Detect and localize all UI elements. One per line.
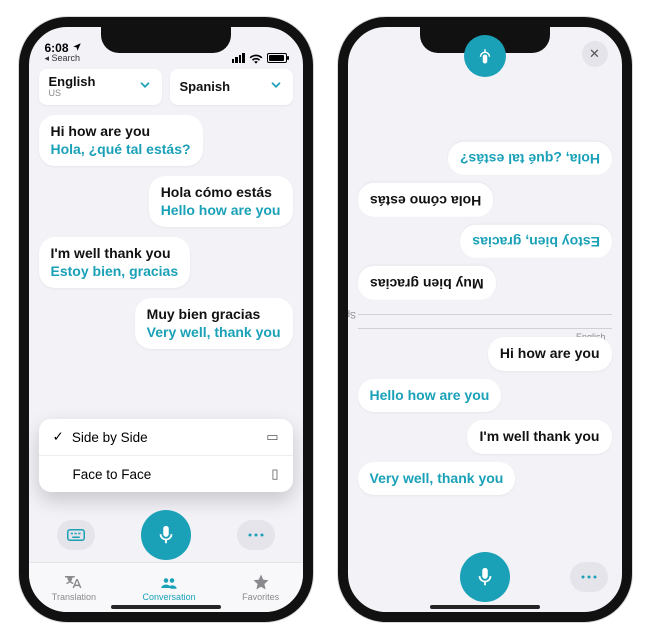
source-text: I'm well thank you: [51, 245, 179, 263]
face-to-face-self-side: Hi how are you Hello how are you I'm well …: [348, 331, 622, 556]
translated-text: Hello how are you: [161, 202, 281, 220]
check-icon: ✓: [53, 429, 64, 445]
message-bubble[interactable]: I'm well thank youEstoy bien, gracias: [39, 237, 191, 288]
home-indicator: [430, 605, 540, 609]
mic-button-self[interactable]: [460, 552, 510, 602]
message-bubble[interactable]: Hi how are youHola, ¿qué tal estás?: [39, 115, 203, 166]
translated-text: Hola, ¿qué tal estás?: [51, 141, 191, 159]
message-bubble[interactable]: Hola cómo estásHello how are you: [149, 176, 293, 227]
message-bubble[interactable]: Muy bien graciasVery well, thank you: [135, 298, 293, 349]
message-text: Muy bien gracias: [370, 274, 484, 292]
divider: [358, 328, 612, 329]
message-bubble[interactable]: Hola cómo estás: [358, 183, 493, 217]
mic-button[interactable]: [141, 510, 191, 560]
bottom-controls: [29, 510, 303, 560]
chevron-down-icon: [138, 78, 152, 97]
lang-from-select[interactable]: English US: [39, 69, 162, 105]
more-button[interactable]: [237, 520, 275, 550]
view-mode-menu: ✓Side by Side ▭ Face to Face ▯: [39, 419, 293, 492]
phone-face-to-face: ✕ Muy bien gracias Estoy bien, gracias Hol…: [338, 17, 632, 622]
lang-from-sub: US: [49, 89, 96, 99]
lang-to-select[interactable]: Spanish: [170, 69, 293, 105]
menu-item-side-by-side[interactable]: ✓Side by Side ▭: [39, 419, 293, 455]
tab-label: Favorites: [242, 592, 279, 602]
back-search-link[interactable]: ◂ Search: [45, 54, 82, 63]
keyboard-button[interactable]: [57, 520, 95, 550]
message-bubble[interactable]: Hi how are you: [488, 337, 612, 371]
status-icons: [232, 53, 287, 63]
tab-label: Conversation: [143, 592, 196, 602]
tab-favorites[interactable]: Favorites: [242, 573, 279, 602]
phone-side-by-side: 6:08 ◂ Search English US Spanish: [19, 17, 313, 622]
signal-icon: [232, 53, 245, 63]
tab-conversation[interactable]: Conversation: [143, 573, 196, 602]
message-text: Estoy bien, gracias: [472, 233, 600, 251]
message-text: Hola, ¿qué tal estás?: [459, 150, 599, 168]
message-text: Very well, thank you: [370, 470, 504, 488]
conversation-list: Hi how are youHola, ¿qué tal estás? Hola …: [29, 109, 303, 355]
message-bubble[interactable]: Very well, thank you: [358, 462, 516, 496]
message-text: Hello how are you: [370, 387, 490, 405]
message-bubble[interactable]: I'm well thank you: [467, 420, 611, 454]
translated-text: Estoy bien, gracias: [51, 263, 179, 281]
message-bubble[interactable]: Hola, ¿qué tal estás?: [447, 142, 611, 176]
close-button[interactable]: ✕: [582, 41, 608, 67]
menu-item-face-to-face[interactable]: Face to Face ▯: [39, 455, 293, 492]
divider: [358, 314, 612, 315]
battery-icon: [267, 53, 287, 63]
tab-translation[interactable]: Translation: [52, 573, 96, 602]
wifi-icon: [249, 53, 263, 63]
face-to-face-icon: ▯: [271, 466, 278, 482]
message-bubble[interactable]: Muy bien gracias: [358, 266, 496, 300]
source-text: Muy bien gracias: [147, 306, 281, 324]
lang-tag-other: Spanish / Español: [338, 310, 360, 320]
home-indicator: [111, 605, 221, 609]
translated-text: Very well, thank you: [147, 324, 281, 342]
lang-to-name: Spanish: [180, 80, 231, 94]
bottom-controls: [348, 552, 622, 602]
mic-button-other[interactable]: [464, 35, 506, 77]
tab-label: Translation: [52, 592, 96, 602]
message-text: Hi how are you: [500, 345, 600, 363]
more-button[interactable]: [570, 562, 608, 592]
chevron-down-icon: [269, 78, 283, 97]
message-bubble[interactable]: Hello how are you: [358, 379, 502, 413]
message-text: Hola cómo estás: [370, 191, 481, 209]
message-bubble[interactable]: Estoy bien, gracias: [460, 225, 612, 259]
message-text: I'm well thank you: [479, 428, 599, 446]
lang-from-name: English: [49, 75, 96, 89]
side-by-side-icon: ▭: [266, 429, 278, 445]
source-text: Hi how are you: [51, 123, 191, 141]
notch: [101, 27, 231, 53]
source-text: Hola cómo estás: [161, 184, 281, 202]
